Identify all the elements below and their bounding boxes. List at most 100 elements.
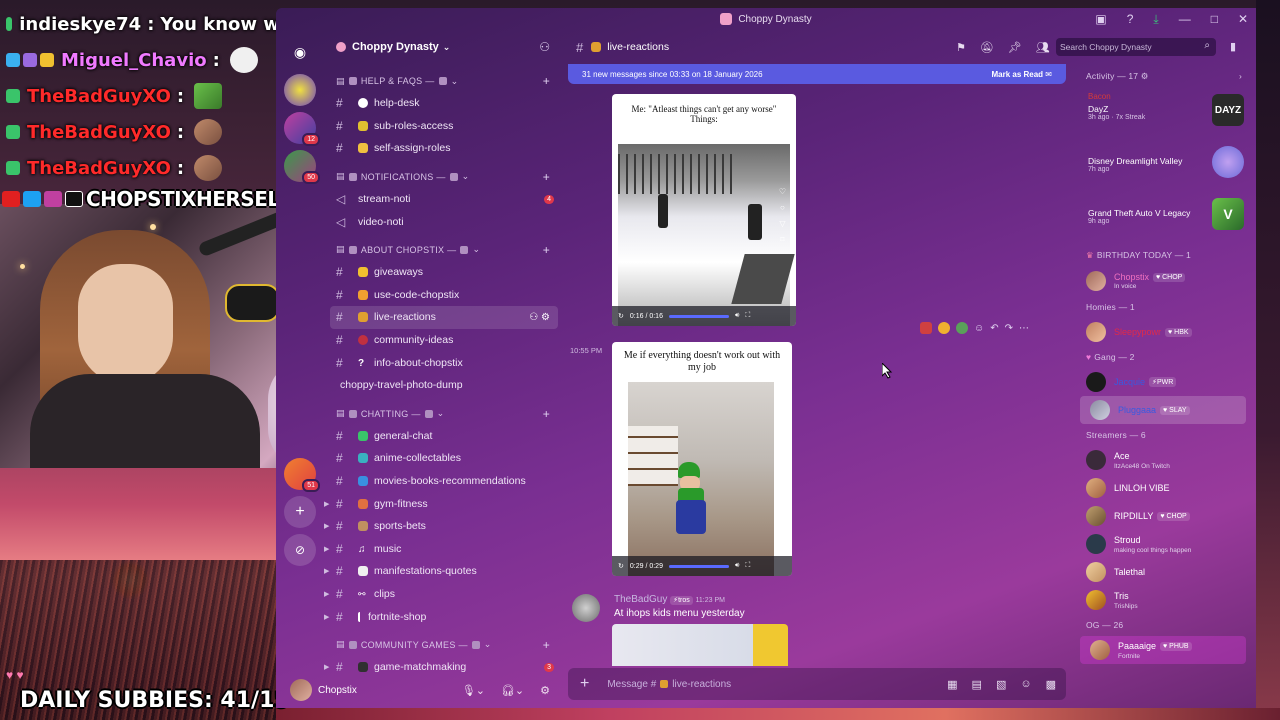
activity-item[interactable]: Bacon DayZ 3h ago · 7x Streak DAYZ (1076, 88, 1256, 140)
member-row[interactable]: Tris TrisNips (1076, 586, 1256, 614)
video-progress[interactable] (668, 564, 729, 568)
category-about[interactable]: ▤ ABOUT CHOPSTIX — ⌄ + (324, 239, 564, 261)
channel-use-code-chopstix[interactable]: # use-code-chopstix (324, 284, 564, 307)
threads-icon[interactable]: ⚑ (956, 41, 966, 54)
video-controls[interactable]: ↻ 0:29 / 0:29 🔊︎ ⛶ (612, 556, 792, 576)
add-server-icon[interactable]: + (284, 496, 316, 528)
channel-clips[interactable]: ▶ # ⚯ clips (324, 583, 564, 606)
video-progress[interactable] (668, 314, 729, 318)
mark-as-read-button[interactable]: Mark as Read ✉ (991, 70, 1052, 79)
member-row[interactable]: LINLOH VIBE (1076, 474, 1256, 502)
emoji-picker-icon[interactable]: ☺ (1020, 678, 1031, 691)
channel-manifestations-quotes[interactable]: ▶ # manifestations-quotes (324, 560, 564, 583)
member-row[interactable]: Sleepypowr ♥ HBK (1076, 318, 1256, 346)
mic-icon[interactable]: 🎙︎⌄ (462, 684, 485, 697)
channel-video-noti[interactable]: ◁ video-noti (324, 210, 564, 233)
avatar[interactable] (290, 679, 312, 701)
apps-icon[interactable]: ▩ (1046, 678, 1056, 691)
channel-movies-books[interactable]: # movies-books-recommendations (324, 470, 564, 493)
channel-self-assign-roles[interactable]: # self-assign-roles (324, 137, 564, 160)
avatar[interactable] (572, 594, 600, 622)
channel-music[interactable]: ▶ # ♫ music (324, 538, 564, 561)
video-attachment[interactable]: Me if everything doesn't work out with m… (612, 342, 792, 576)
reaction-emoji[interactable] (956, 322, 968, 334)
new-messages-banner[interactable]: 31 new messages since 03:33 on 18 Januar… (568, 64, 1066, 84)
video-attachment[interactable]: Me: "Atleast things can't get any worse"… (612, 94, 796, 326)
channel-stream-noti[interactable]: ◁ stream-noti 4 (324, 188, 564, 211)
add-attachment-icon[interactable]: + (580, 675, 589, 693)
member-row[interactable]: Ace ItzAce48 On Twitch (1076, 446, 1256, 474)
activity-header[interactable]: Activity — 17 ⚙ › (1076, 64, 1256, 88)
more-icon[interactable]: ⋯ (1019, 323, 1029, 334)
add-channel-icon[interactable]: + (543, 407, 550, 421)
channel-info-about-chopstix[interactable]: #? info-about-chopstix (324, 351, 564, 374)
fullscreen-icon[interactable]: ⛶ (745, 312, 750, 320)
notifications-bell-icon[interactable]: 🔕︎ (980, 41, 994, 54)
invite-icon[interactable]: ⚇ (539, 40, 550, 54)
add-channel-icon[interactable]: + (543, 243, 550, 257)
channel-giveaways[interactable]: # giveaways (324, 261, 564, 284)
download-icon[interactable]: ⤓ (1153, 12, 1158, 27)
channel-fortnite-shop[interactable]: ▶ # fortnite-shop (324, 605, 564, 628)
member-row[interactable]: Paaaaige ♥ PHUB Fortnite (1080, 636, 1246, 664)
activity-item[interactable]: Grand Theft Auto V Legacy 9h ago V (1076, 192, 1256, 244)
channel-help-desk[interactable]: # help-desk (324, 92, 564, 115)
members-icon[interactable]: 👥︎ (1036, 41, 1050, 54)
reaction-emoji[interactable] (938, 322, 950, 334)
member-row[interactable]: Chopstix ♥ CHOP In voice (1076, 266, 1256, 296)
category-help[interactable]: ▤ HELP & FAQS — ⌄ + (324, 70, 564, 92)
channel-sports-bets[interactable]: ▶ # sports-bets (324, 515, 564, 538)
help-icon[interactable]: ? (1127, 12, 1134, 26)
category-notifications[interactable]: ▤ NOTIFICATIONS — ⌄ + (324, 166, 564, 188)
gif-icon[interactable]: ▤ (972, 678, 982, 691)
replay-icon[interactable]: ↻ (618, 312, 624, 320)
invite-settings-icons[interactable]: ⚇ ⚙ (529, 312, 550, 323)
category-community-games[interactable]: ▤ COMMUNITY GAMES — ⌄ + (324, 634, 564, 656)
member-row[interactable]: Stroud making cool things happen (1076, 530, 1256, 558)
server-icon[interactable] (284, 74, 316, 106)
maximize-button[interactable]: □ (1211, 12, 1218, 26)
gift-icon[interactable]: ▦ (947, 678, 957, 691)
user-name[interactable]: Chopstix (318, 685, 357, 696)
fullscreen-icon[interactable]: ⛶ (745, 562, 750, 570)
discord-home-icon[interactable]: ◉ (284, 36, 316, 68)
server-icon[interactable]: 12 (284, 112, 320, 146)
explore-icon[interactable]: ⊘ (284, 534, 316, 566)
channel-choppy-travel-photo-dump[interactable]: choppy-travel-photo-dump (324, 374, 564, 397)
close-button[interactable]: ✕ (1238, 12, 1248, 26)
inbox-icon[interactable]: ▮ (1230, 40, 1236, 53)
inbox-icon[interactable]: ▣ (1095, 12, 1106, 26)
reaction-emoji[interactable] (920, 322, 932, 334)
forward-icon[interactable]: ↷ (1005, 323, 1013, 334)
server-icon[interactable]: 50 (284, 150, 320, 184)
member-row[interactable]: Pluggaaa ♥ SLAY (1080, 396, 1246, 424)
volume-icon[interactable]: 🔊︎ (735, 562, 739, 570)
add-channel-icon[interactable]: + (543, 170, 550, 184)
channel-gym-fitness[interactable]: ▶ # gym-fitness (324, 492, 564, 515)
member-row[interactable]: Talethal (1076, 558, 1256, 586)
settings-gear-icon[interactable]: ⚙ (540, 684, 550, 697)
channel-anime-collectables[interactable]: # anime-collectables (324, 447, 564, 470)
activity-item[interactable]: Disney Dreamlight Valley 7h ago (1076, 140, 1256, 192)
add-reaction-icon[interactable]: ☺ (974, 323, 984, 334)
server-header[interactable]: Choppy Dynasty ⌄ ⚇ (324, 30, 564, 64)
channel-community-ideas[interactable]: # community-ideas (324, 329, 564, 352)
image-attachment[interactable] (612, 624, 788, 666)
replay-icon[interactable]: ↻ (618, 562, 624, 570)
member-row[interactable]: Jacquie ⚡PWR (1076, 368, 1256, 396)
channel-general-chat[interactable]: # general-chat (324, 425, 564, 448)
add-channel-icon[interactable]: + (543, 638, 550, 652)
member-row[interactable]: RIPDILLY ♥ CHOP (1076, 502, 1256, 530)
search-input[interactable]: Search Choppy Dynasty ⌕ (1056, 38, 1216, 56)
sticker-icon[interactable]: ▧ (996, 678, 1006, 691)
reply-icon[interactable]: ↶ (990, 323, 998, 334)
add-channel-icon[interactable]: + (543, 74, 550, 88)
volume-icon[interactable]: 🔊︎ (735, 312, 739, 320)
video-controls[interactable]: ↻ 0:16 / 0:16 🔊︎ ⛶ (612, 306, 796, 326)
channel-sub-roles-access[interactable]: # sub-roles-access (324, 115, 564, 138)
headphones-icon[interactable]: 🎧︎⌄ (501, 684, 524, 697)
channel-live-reactions[interactable]: # live-reactions ⚇ ⚙ (330, 306, 558, 329)
server-icon[interactable]: 51 (284, 458, 320, 492)
message-composer[interactable]: + Message # live-reactions ▦ ▤ ▧ ☺ ▩ (568, 668, 1066, 700)
message-author[interactable]: TheBadGuy ⚡tros 11:23 PM (614, 594, 725, 605)
